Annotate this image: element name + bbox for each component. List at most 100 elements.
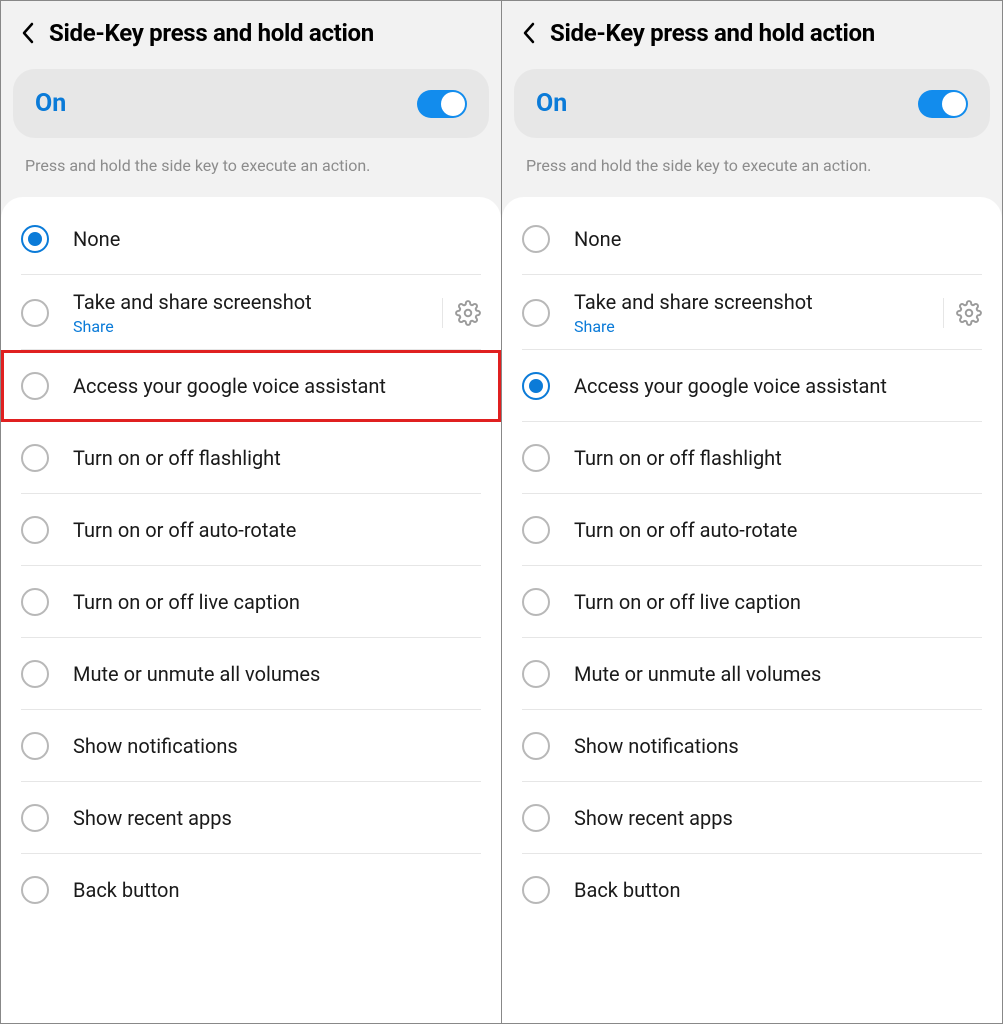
option-text: Show notifications (574, 719, 982, 773)
option-text: Turn on or off auto-rotate (73, 503, 481, 557)
option-label: Mute or unmute all volumes (73, 661, 481, 687)
page-title: Side-Key press and hold action (550, 19, 875, 47)
option-sublabel: Share (574, 317, 933, 336)
option-label: Show notifications (574, 733, 982, 759)
radio-button[interactable] (522, 588, 550, 616)
option-row[interactable]: None (1, 203, 501, 275)
option-row[interactable]: Show notifications (1, 710, 501, 782)
option-row[interactable]: Access your google voice assistant (502, 350, 1002, 422)
back-icon[interactable] (21, 22, 35, 44)
option-row[interactable]: Mute or unmute all volumes (502, 638, 1002, 710)
option-text: Take and share screenshotShare (574, 275, 933, 350)
option-label: None (73, 226, 481, 252)
toggle-label: On (536, 89, 567, 118)
radio-button[interactable] (522, 660, 550, 688)
option-label: Turn on or off flashlight (73, 445, 481, 471)
option-label: Access your google voice assistant (574, 373, 982, 399)
option-row[interactable]: Show recent apps (502, 782, 1002, 854)
option-text: Access your google voice assistant (574, 359, 982, 413)
master-toggle-card[interactable]: On (13, 69, 489, 138)
divider (943, 298, 944, 328)
radio-button[interactable] (522, 804, 550, 832)
option-label: Access your google voice assistant (73, 373, 481, 399)
option-text: None (73, 212, 481, 266)
option-row[interactable]: Turn on or off auto-rotate (1, 494, 501, 566)
option-text: Mute or unmute all volumes (574, 647, 982, 701)
option-text: Back button (73, 863, 481, 917)
option-text: None (574, 212, 982, 266)
options-list: None Take and share screenshotShare Access… (502, 197, 1002, 1023)
option-label: None (574, 226, 982, 252)
option-text: Take and share screenshot Share (73, 275, 432, 350)
option-label: Turn on or off live caption (574, 589, 982, 615)
option-text: Show recent apps (574, 791, 982, 845)
option-row[interactable]: Access your google voice assistant (1, 350, 501, 422)
option-label: Turn on or off auto-rotate (73, 517, 481, 543)
option-label: Take and share screenshot (73, 289, 432, 315)
radio-button[interactable] (21, 299, 49, 327)
option-text: Turn on or off live caption (574, 575, 982, 629)
hint-text: Press and hold the side key to execute a… (1, 138, 501, 197)
option-label: Mute or unmute all volumes (574, 661, 982, 687)
radio-button[interactable] (522, 876, 550, 904)
radio-button[interactable] (21, 804, 49, 832)
master-toggle-card[interactable]: On (514, 69, 990, 138)
option-row[interactable]: Turn on or off live caption (1, 566, 501, 638)
radio-button[interactable] (21, 876, 49, 904)
gear-icon[interactable] (956, 300, 982, 326)
option-row[interactable]: Turn on or off flashlight (1, 422, 501, 494)
option-row[interactable]: Back button (1, 854, 501, 926)
option-label: Back button (574, 877, 982, 903)
radio-button[interactable] (21, 732, 49, 760)
settings-pane: Side-Key press and hold action On Press an… (502, 0, 1003, 1024)
option-row[interactable]: None (502, 203, 1002, 275)
toggle-switch[interactable] (417, 90, 467, 118)
radio-button[interactable] (522, 732, 550, 760)
radio-button[interactable] (21, 660, 49, 688)
header: Side-Key press and hold action (502, 1, 1002, 69)
radio-button[interactable] (21, 516, 49, 544)
option-row[interactable]: Back button (502, 854, 1002, 926)
option-row[interactable]: Show recent apps (1, 782, 501, 854)
option-row[interactable]: Take and share screenshotShare (502, 275, 1002, 350)
page-title: Side-Key press and hold action (49, 19, 374, 47)
gear-icon[interactable] (455, 300, 481, 326)
toggle-switch[interactable] (918, 90, 968, 118)
radio-button[interactable] (522, 299, 550, 327)
option-row[interactable]: Mute or unmute all volumes (1, 638, 501, 710)
settings-pane: Side-Key press and hold action On Press an… (0, 0, 502, 1024)
option-label: Turn on or off flashlight (574, 445, 982, 471)
option-row[interactable]: Turn on or off live caption (502, 566, 1002, 638)
hint-text: Press and hold the side key to execute a… (502, 138, 1002, 197)
option-text: Mute or unmute all volumes (73, 647, 481, 701)
radio-button[interactable] (21, 444, 49, 472)
radio-button[interactable] (522, 225, 550, 253)
option-label: Turn on or off live caption (73, 589, 481, 615)
radio-button[interactable] (21, 588, 49, 616)
option-label: Show recent apps (574, 805, 982, 831)
option-row[interactable]: Turn on or off flashlight (502, 422, 1002, 494)
option-text: Turn on or off flashlight (574, 431, 982, 485)
option-row[interactable]: Take and share screenshot Share (1, 275, 501, 350)
option-row[interactable]: Show notifications (502, 710, 1002, 782)
radio-button[interactable] (21, 372, 49, 400)
radio-button[interactable] (21, 225, 49, 253)
radio-button[interactable] (522, 372, 550, 400)
option-row[interactable]: Turn on or off auto-rotate (502, 494, 1002, 566)
toggle-label: On (35, 89, 66, 118)
option-label: Turn on or off auto-rotate (574, 517, 982, 543)
option-text: Back button (574, 863, 982, 917)
option-label: Back button (73, 877, 481, 903)
option-text: Turn on or off auto-rotate (574, 503, 982, 557)
radio-button[interactable] (522, 444, 550, 472)
option-text: Access your google voice assistant (73, 359, 481, 413)
option-text: Turn on or off flashlight (73, 431, 481, 485)
option-text: Show recent apps (73, 791, 481, 845)
option-text: Show notifications (73, 719, 481, 773)
divider (442, 298, 443, 328)
radio-button[interactable] (522, 516, 550, 544)
back-icon[interactable] (522, 22, 536, 44)
option-label: Show recent apps (73, 805, 481, 831)
options-list: None Take and share screenshot Share Access… (1, 197, 501, 1023)
option-sublabel: Share (73, 317, 432, 336)
